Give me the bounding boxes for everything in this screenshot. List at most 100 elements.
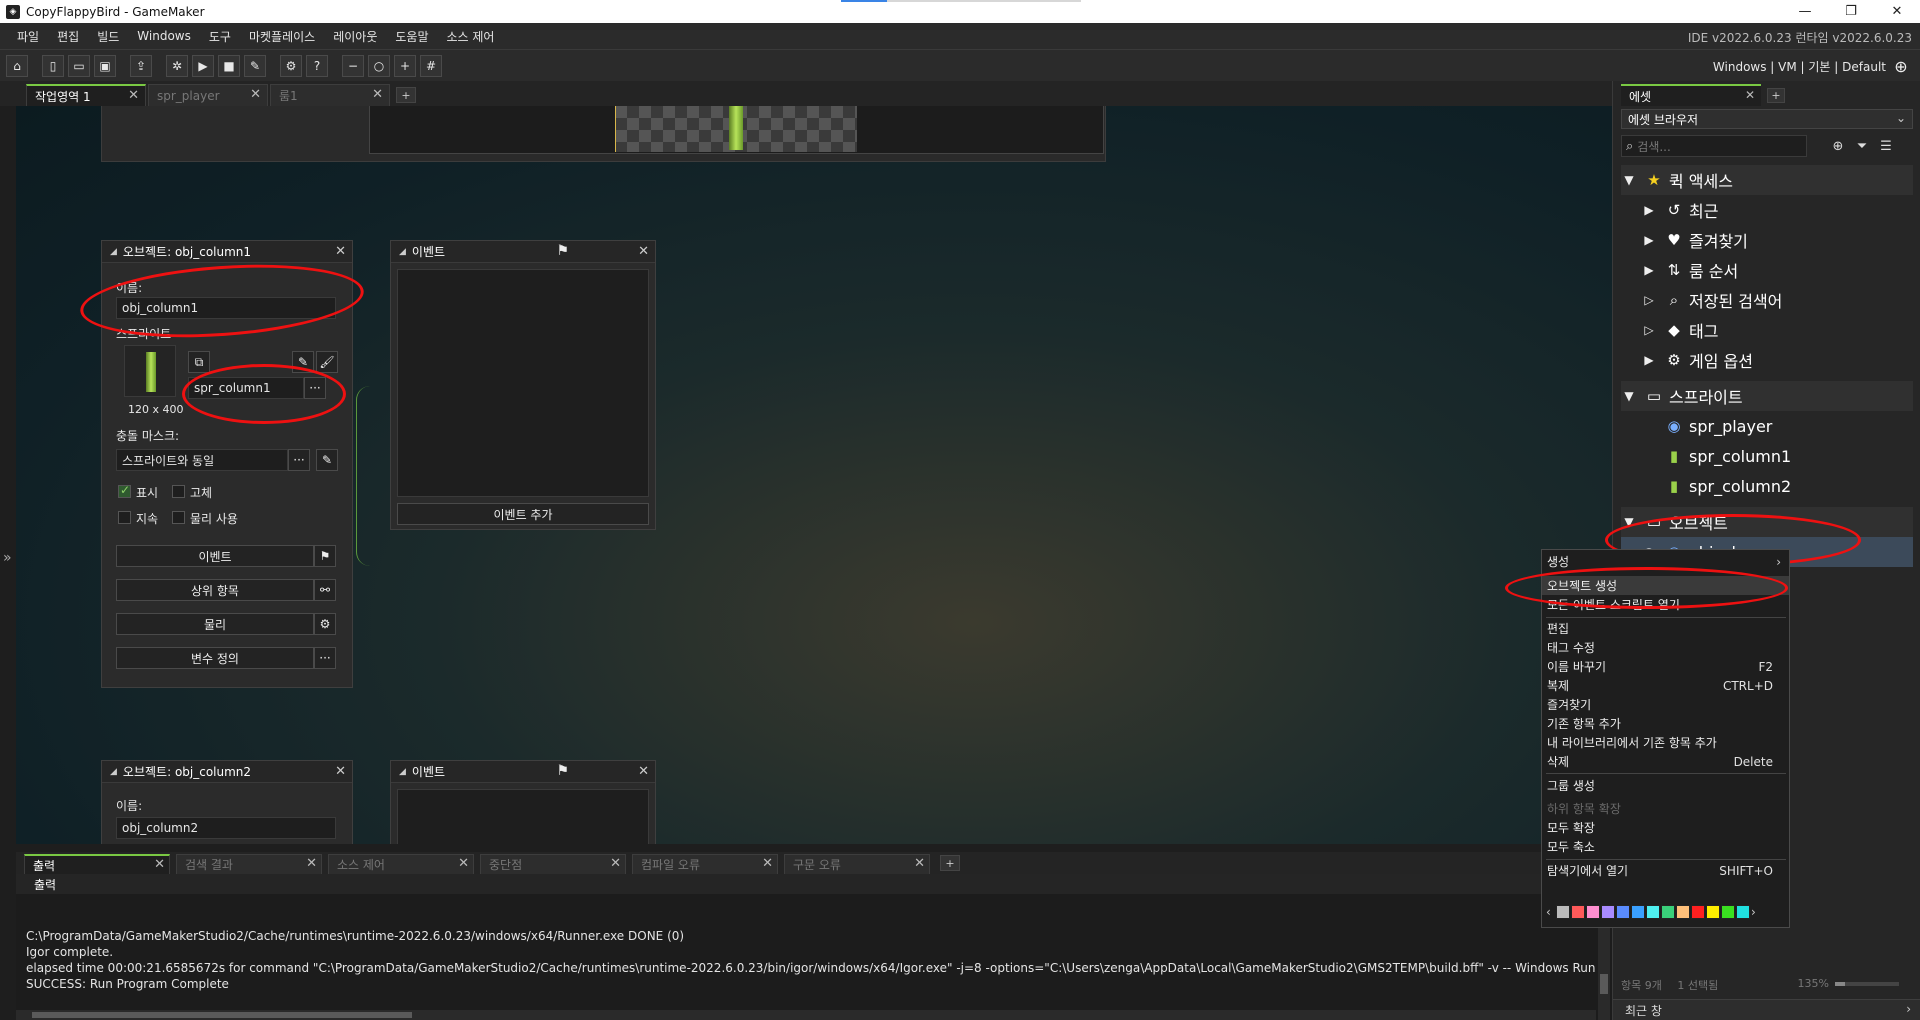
menu-icon[interactable]: ☰: [1875, 137, 1897, 155]
tab-room1[interactable]: 룸1 ✕: [270, 84, 390, 106]
tree-item[interactable]: ▼ ▭ 스프라이트: [1621, 381, 1913, 411]
color-swatch[interactable]: [1676, 905, 1690, 919]
expand-arrow-icon[interactable]: ▼: [1621, 389, 1637, 403]
color-swatch[interactable]: [1691, 905, 1705, 919]
close-icon[interactable]: ✕: [335, 764, 346, 779]
flag-icon[interactable]: ⚑: [556, 243, 569, 259]
chevron-right-icon[interactable]: ›: [1751, 905, 1761, 919]
menu-layout[interactable]: 레이아웃: [324, 28, 386, 45]
close-icon[interactable]: ✕: [1745, 88, 1755, 102]
tab-search-results[interactable]: 검색 결과 ✕: [176, 854, 322, 874]
menu-build[interactable]: 빌드: [88, 28, 128, 45]
parent-button[interactable]: 상위 항목: [116, 579, 314, 601]
gear-icon[interactable]: ⚙: [314, 613, 336, 635]
asset-search-input[interactable]: ⌕ 검색...: [1621, 135, 1807, 157]
new-project-icon[interactable]: ▯: [42, 54, 64, 77]
tab-compile-errors[interactable]: 컴파일 오류 ✕: [632, 854, 778, 874]
tree-item[interactable]: ▼ ★ 퀵 액세스: [1621, 165, 1913, 195]
mask-browse-button[interactable]: ···: [288, 449, 310, 471]
events-button[interactable]: 이벤트: [116, 545, 314, 567]
menu-windows[interactable]: Windows: [128, 29, 200, 43]
flag-icon[interactable]: ⚑: [556, 763, 569, 779]
events-list[interactable]: [397, 269, 649, 497]
room-view[interactable]: [369, 106, 1104, 154]
context-menu-item[interactable]: 내 라이브러리에서 기존 항목 추가: [1542, 733, 1789, 752]
sprite-thumbnail[interactable]: [124, 345, 176, 397]
close-icon[interactable]: ✕: [372, 87, 383, 102]
object-name-field[interactable]: obj_column1: [116, 297, 336, 319]
home-icon[interactable]: ⌂: [6, 54, 28, 77]
tree-item[interactable]: ▶ ⚙ 게임 옵션: [1621, 345, 1913, 375]
tree-item[interactable]: ▮ spr_column2: [1621, 471, 1913, 501]
menu-help[interactable]: 도움말: [386, 28, 437, 45]
color-swatch[interactable]: [1556, 905, 1570, 919]
zoom-in-icon[interactable]: +: [394, 54, 416, 77]
color-swatch[interactable]: [1631, 905, 1645, 919]
tab-source-control[interactable]: 소스 제어 ✕: [328, 854, 474, 874]
save-icon[interactable]: ▣: [94, 54, 116, 77]
settings-icon[interactable]: ⚙: [280, 54, 302, 77]
panel-header[interactable]: ◢ 오브젝트: obj_column1 ✕: [102, 241, 352, 263]
zoom-reset-icon[interactable]: ○: [368, 54, 390, 77]
chevron-left-icon[interactable]: ‹: [1546, 905, 1556, 919]
menu-source-control[interactable]: 소스 제어: [438, 28, 504, 45]
help-icon[interactable]: ?: [306, 54, 328, 77]
debug-icon[interactable]: ✲: [166, 54, 188, 77]
close-icon[interactable]: ✕: [154, 857, 165, 872]
collision-mask-field[interactable]: 스프라이트와 동일: [116, 449, 288, 471]
close-icon[interactable]: ✕: [638, 764, 649, 779]
browser-select[interactable]: 에셋 브라우저 ⌄: [1621, 109, 1913, 129]
tree-item[interactable]: ▶ ↺ 최근: [1621, 195, 1913, 225]
stop-icon[interactable]: ■: [218, 54, 240, 77]
context-menu-item[interactable]: 기존 항목 추가: [1542, 714, 1789, 733]
horizontal-scrollbar[interactable]: [16, 1010, 1596, 1020]
edit-sprite-icon[interactable]: ✎: [292, 351, 314, 373]
collapse-icon[interactable]: ◢: [399, 247, 406, 257]
flag-icon[interactable]: ⚑: [314, 545, 336, 567]
context-menu-item[interactable]: 탐색기에서 열기 SHIFT+O: [1542, 861, 1789, 880]
variable-definitions-button[interactable]: 변수 정의: [116, 647, 314, 669]
tab-spr-player[interactable]: spr_player ✕: [148, 84, 268, 106]
color-swatch[interactable]: [1571, 905, 1585, 919]
expand-arrow-icon[interactable]: ▶: [1641, 203, 1657, 217]
tab-output[interactable]: 출력 ✕: [24, 854, 170, 874]
close-icon[interactable]: ✕: [128, 88, 139, 103]
color-swatch[interactable]: [1736, 905, 1750, 919]
context-menu-item[interactable]: 모든 이벤트 스크립트 열기: [1542, 595, 1789, 614]
context-menu-item[interactable]: 오브젝트 생성: [1542, 576, 1789, 595]
close-icon[interactable]: ✕: [306, 856, 317, 871]
menu-tools[interactable]: 도구: [200, 28, 240, 45]
panel-header[interactable]: ◢ 오브젝트: obj_column2 ✕: [102, 761, 352, 783]
menu-edit[interactable]: 편집: [48, 28, 88, 45]
color-swatch[interactable]: [1646, 905, 1660, 919]
sprite-select-field[interactable]: spr_column1: [188, 377, 304, 399]
color-swatch[interactable]: [1721, 905, 1735, 919]
paint-brush-icon[interactable]: 🖌: [316, 351, 338, 373]
sprite-browse-button[interactable]: ···: [304, 377, 326, 399]
events-list[interactable]: [397, 789, 649, 844]
context-menu-item[interactable]: 복제 CTRL+D: [1542, 676, 1789, 695]
close-icon[interactable]: ✕: [458, 856, 469, 871]
restore-icon[interactable]: ❐: [1828, 0, 1874, 23]
collapse-icon[interactable]: ◢: [399, 767, 406, 777]
context-menu-item[interactable]: 그룹 생성: [1542, 776, 1789, 795]
add-asset-icon[interactable]: ⊕: [1827, 137, 1849, 155]
tree-item[interactable]: ▷ ◆ 태그: [1621, 315, 1913, 345]
tab-assets[interactable]: 에셋 ✕: [1621, 84, 1761, 106]
close-icon[interactable]: ✕: [914, 856, 925, 871]
expand-arrow-icon[interactable]: ▶: [1641, 233, 1657, 247]
close-icon[interactable]: ✕: [610, 856, 621, 871]
export-icon[interactable]: ⇪: [130, 54, 152, 77]
menu-file[interactable]: 파일: [8, 28, 48, 45]
collapse-icon[interactable]: ◢: [110, 247, 117, 257]
context-menu-item[interactable]: 즐겨찾기: [1542, 695, 1789, 714]
close-icon[interactable]: ✕: [250, 87, 261, 102]
panel-header[interactable]: ◢ 이벤트 ⚑ ✕: [391, 241, 655, 263]
target-selector[interactable]: Windows | VM | 기본 | Default: [1713, 58, 1886, 75]
context-menu-item[interactable]: 모두 확장: [1542, 818, 1789, 837]
menu-marketplace[interactable]: 마켓플레이스: [240, 28, 324, 45]
expand-left-icon[interactable]: »: [3, 550, 12, 566]
color-swatch[interactable]: [1586, 905, 1600, 919]
add-event-button[interactable]: 이벤트 추가: [397, 503, 649, 525]
context-menu-item[interactable]: 편집: [1542, 619, 1789, 638]
